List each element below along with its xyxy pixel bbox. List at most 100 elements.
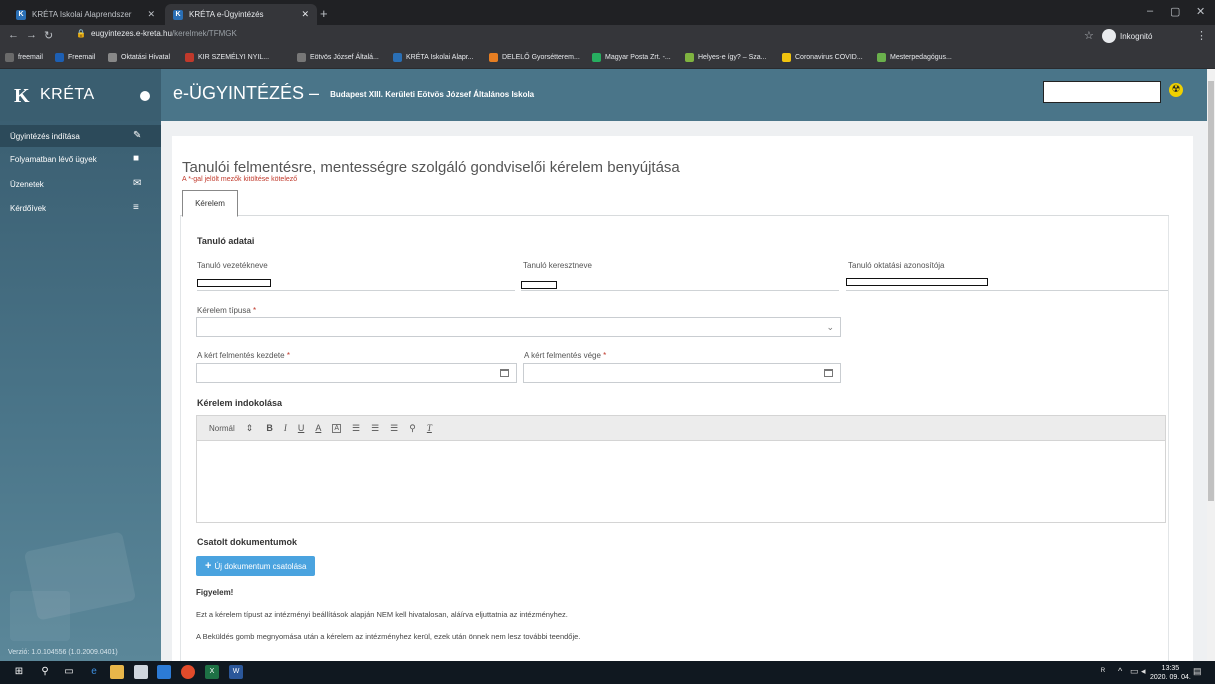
start-date-input[interactable]	[196, 363, 517, 383]
sidebar-item-label: Üzenetek	[10, 179, 44, 189]
volume-icon[interactable]: ◂	[1141, 666, 1146, 677]
sidebar-item-new-case[interactable]: Ügyintézés indítása ✎	[0, 125, 161, 147]
page-scrollbar[interactable]	[1207, 69, 1215, 661]
scrollbar-thumb[interactable]	[1208, 81, 1214, 501]
back-icon[interactable]: ←	[8, 29, 19, 41]
bookmark-item[interactable]: Oktatási Hivatal	[108, 53, 170, 62]
menu-toggle-icon[interactable]	[140, 91, 150, 101]
tray-expand-icon[interactable]: ^	[1118, 666, 1122, 676]
sidebar-item-questionnaires[interactable]: Kérdőívek ≡	[0, 197, 161, 219]
notifications-icon[interactable]: ▤	[1193, 666, 1202, 677]
tab-label: KRÉTA e-Ügyintézés	[189, 10, 264, 19]
list-icon: ≡	[133, 202, 139, 213]
url-field[interactable]: 🔒 eugyintezes.e-kreta.hu/kerelmek/TFMGK	[76, 29, 237, 38]
new-tab-icon[interactable]: +	[320, 6, 328, 21]
bookmark-label: Oktatási Hivatal	[121, 54, 171, 61]
underline-button[interactable]: U	[298, 423, 305, 433]
bookmark-favicon-icon	[877, 53, 886, 62]
envelope-icon: ✉	[133, 178, 142, 189]
store-icon[interactable]	[134, 665, 148, 679]
minimize-icon[interactable]: –	[1147, 5, 1153, 17]
incognito-badge[interactable]: Inkognitó	[1102, 29, 1152, 43]
tab-kerelem[interactable]: Kérelem	[182, 190, 238, 217]
system-clock[interactable]: 13:35 2020. 09. 04.	[1150, 664, 1191, 682]
bookmark-item[interactable]: Magyar Posta Zrt. -...	[592, 53, 671, 62]
request-type-select[interactable]: ⌄	[196, 317, 841, 337]
bookmark-favicon-icon	[685, 53, 694, 62]
search-icon[interactable]: ⚲	[38, 665, 52, 679]
bookmark-item[interactable]: freemail	[5, 53, 43, 62]
close-window-icon[interactable]: ✕	[1196, 5, 1205, 18]
bookmark-item[interactable]: DELELŐ Gyorsétterem...	[489, 53, 580, 62]
windows-start-icon[interactable]: ⊞	[12, 665, 26, 679]
calendar-icon[interactable]	[500, 369, 509, 377]
maximize-icon[interactable]: ▢	[1170, 5, 1180, 18]
version-label: Verzió: 1.0.104556 (1.0.2009.0401)	[8, 649, 118, 656]
kreta-logo-icon: K	[14, 85, 30, 107]
bookmark-label: Helyes-e így? – Sza...	[698, 54, 767, 61]
justification-editor[interactable]	[196, 441, 1166, 523]
main-content: Tanulói felmentésre, mentességre szolgál…	[172, 136, 1193, 661]
rich-text-toolbar: Normál ⇕ B I U A A ☰ ☰ ☰ ⚲ T	[196, 415, 1166, 441]
bookmark-label: DELELŐ Gyorsétterem...	[502, 54, 580, 61]
end-date-input[interactable]	[523, 363, 841, 383]
start-date-label-text: A kért felmentés kezdete	[197, 351, 285, 360]
close-tab-icon[interactable]: ✕	[301, 9, 309, 20]
text-color-button[interactable]: A	[315, 423, 321, 433]
page-title: Tanulói felmentésre, mentességre szolgál…	[182, 159, 680, 176]
bookmark-favicon-icon	[393, 53, 402, 62]
redacted-last-name	[197, 279, 271, 287]
bookmark-item[interactable]: Freemail	[55, 53, 95, 62]
forward-icon[interactable]: →	[26, 29, 37, 41]
lock-icon: 🔒	[76, 29, 86, 38]
bullet-list-button[interactable]: ☰	[371, 423, 379, 434]
bookmark-item[interactable]: Mesterpedagógus...	[877, 53, 952, 62]
bookmark-star-icon[interactable]: ☆	[1084, 29, 1094, 42]
mail-icon[interactable]	[157, 665, 171, 679]
background-color-button[interactable]: A	[332, 423, 342, 433]
ordered-list-button[interactable]: ☰	[352, 423, 360, 434]
bookmark-item[interactable]: KIR SZEMÉLYI NYIL...	[185, 53, 269, 62]
task-view-icon[interactable]: ▭	[62, 665, 76, 679]
bookmark-label: freemail	[18, 54, 43, 61]
browser-tab-alaprendszer[interactable]: K KRÉTA Iskolai Alaprendszer ✕	[8, 4, 163, 25]
upload-button-label: Új dokumentum csatolása	[214, 561, 307, 571]
align-button[interactable]: ☰	[390, 423, 398, 434]
excel-icon[interactable]: X	[205, 665, 219, 679]
bookmark-item[interactable]: Coronavirus COVID...	[782, 53, 863, 62]
link-button[interactable]: ⚲	[409, 423, 416, 434]
bookmark-item[interactable]: KRÉTA Iskolai Alapr...	[393, 53, 474, 62]
bookmark-item[interactable]: Helyes-e így? – Sza...	[685, 53, 766, 62]
student-last-name-label: Tanuló vezetékneve	[197, 261, 268, 270]
calendar-icon[interactable]	[824, 369, 833, 377]
network-icon[interactable]: ▭	[1130, 666, 1139, 677]
user-profile-icon[interactable]: ☢	[1169, 83, 1183, 97]
reload-icon[interactable]: ↻	[44, 29, 53, 42]
sidebar-item-ongoing-cases[interactable]: Folyamatban lévő ügyek ■	[0, 148, 161, 170]
sidebar-item-messages[interactable]: Üzenetek ✉	[0, 173, 161, 195]
browser-menu-icon[interactable]: ⋮	[1196, 29, 1207, 42]
bookmark-label: Magyar Posta Zrt. -...	[605, 54, 671, 61]
chrome-icon[interactable]	[181, 665, 195, 679]
format-select[interactable]: Normál	[209, 424, 235, 433]
brand-logo[interactable]: K KRÉTA	[0, 69, 161, 121]
word-icon[interactable]: W	[229, 665, 243, 679]
bold-button[interactable]: B	[266, 423, 273, 433]
edge-browser-icon[interactable]: e	[87, 665, 101, 679]
bookmark-item[interactable]: Eötvös József Általá...	[297, 53, 379, 62]
clear-format-button[interactable]: T	[427, 423, 432, 433]
format-dropdown-icon[interactable]: ⇕	[246, 423, 254, 434]
close-tab-icon[interactable]: ✕	[147, 9, 155, 20]
people-icon[interactable]: ᴿ	[1101, 666, 1105, 676]
sidebar: Ügyintézés indítása ✎ Folyamatban lévő ü…	[0, 121, 161, 661]
kreta-favicon-icon: K	[173, 9, 183, 20]
file-explorer-icon[interactable]	[110, 665, 124, 679]
upload-document-button[interactable]: + Új dokumentum csatolása	[196, 556, 316, 576]
bookmark-favicon-icon	[55, 53, 64, 62]
bookmarks-bar: freemail Freemail Oktatási Hivatal KIR S…	[0, 47, 1215, 69]
browser-tab-eugyintezes[interactable]: K KRÉTA e-Ügyintézés ✕	[165, 4, 317, 25]
title-separator: –	[309, 83, 320, 103]
bookmark-favicon-icon	[108, 53, 117, 62]
student-first-name-label: Tanuló keresztneve	[523, 261, 592, 270]
italic-button[interactable]: I	[284, 423, 287, 433]
